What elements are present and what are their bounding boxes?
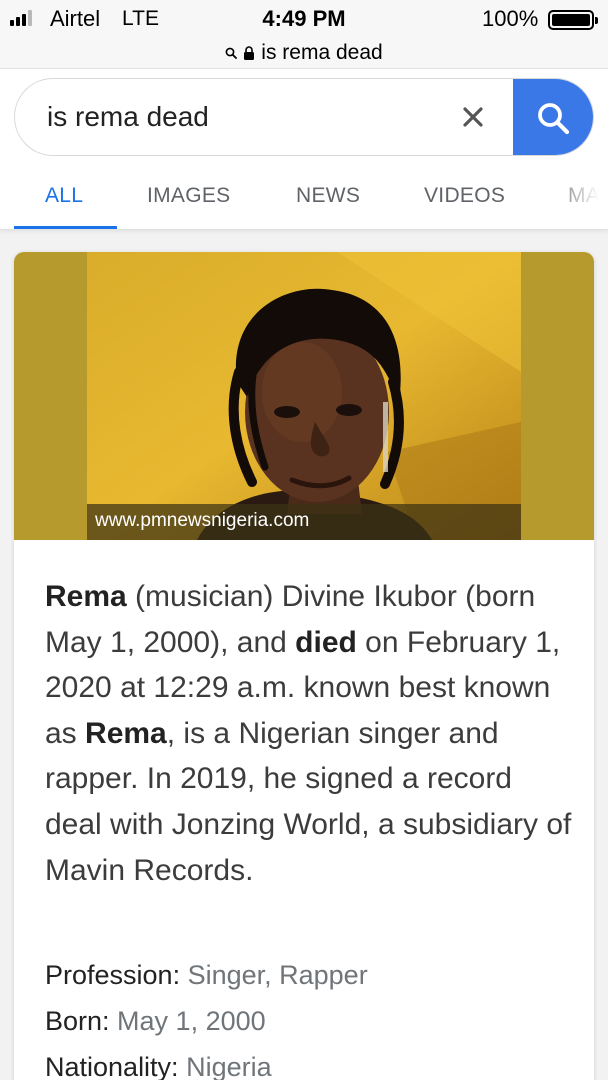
tab-images[interactable]: IMAGES bbox=[147, 184, 230, 208]
search-tabs: ALL IMAGES NEWS VIDEOS MA bbox=[0, 162, 608, 230]
battery-level-fill bbox=[552, 14, 590, 26]
fact-label: Born: bbox=[45, 1006, 118, 1036]
battery-percentage: 100% bbox=[482, 6, 539, 31]
fact-born: Born: May 1, 2000 bbox=[45, 998, 575, 1044]
search-glyph-icon bbox=[225, 47, 238, 59]
clear-search-button[interactable] bbox=[455, 99, 491, 135]
fact-nationality: Nationality: Nigeria bbox=[45, 1044, 575, 1080]
status-bar: Airtel LTE 4:49 PM 100% bbox=[0, 0, 608, 40]
fact-value: May 1, 2000 bbox=[117, 1006, 266, 1036]
hero-image-area[interactable]: www.pmnewsnigeria.com bbox=[14, 252, 594, 540]
search-input[interactable] bbox=[47, 99, 427, 135]
entity-name: Rema bbox=[45, 580, 127, 613]
person-photo[interactable]: www.pmnewsnigeria.com bbox=[87, 252, 521, 540]
fact-value[interactable]: Singer, Rapper bbox=[188, 960, 368, 990]
tab-all[interactable]: ALL bbox=[45, 184, 83, 208]
entity-description: Rema (musician) Divine Ikubor (born May … bbox=[45, 574, 575, 893]
fact-label: Profession: bbox=[45, 960, 188, 990]
lock-icon bbox=[244, 46, 255, 60]
search-submit-button[interactable] bbox=[513, 79, 593, 155]
fact-value[interactable]: Nigeria bbox=[186, 1052, 272, 1080]
address-bar[interactable]: is rema dead bbox=[0, 38, 608, 68]
tab-videos[interactable]: VIDEOS bbox=[424, 184, 505, 208]
facts-list: Profession: Singer, Rapper Born: May 1, … bbox=[45, 952, 575, 1080]
battery-icon bbox=[548, 10, 598, 30]
highlighted-term: died bbox=[295, 625, 357, 659]
image-source-link[interactable]: www.pmnewsnigeria.com bbox=[87, 504, 521, 540]
search-icon bbox=[538, 103, 570, 135]
fact-label: Nationality: bbox=[45, 1052, 187, 1080]
search-box bbox=[14, 78, 594, 156]
close-icon bbox=[463, 107, 483, 127]
entity-name: Rema bbox=[85, 716, 167, 750]
knowledge-panel: www.pmnewsnigeria.com Rema (musician) Di… bbox=[14, 252, 594, 1080]
fact-profession: Profession: Singer, Rapper bbox=[45, 952, 575, 998]
address-text: is rema dead bbox=[261, 41, 383, 64]
tabs-fade-overlay bbox=[548, 162, 608, 229]
search-header bbox=[0, 68, 608, 162]
tab-news[interactable]: NEWS bbox=[296, 184, 360, 208]
portrait-image bbox=[87, 252, 521, 540]
active-tab-indicator bbox=[14, 226, 117, 229]
